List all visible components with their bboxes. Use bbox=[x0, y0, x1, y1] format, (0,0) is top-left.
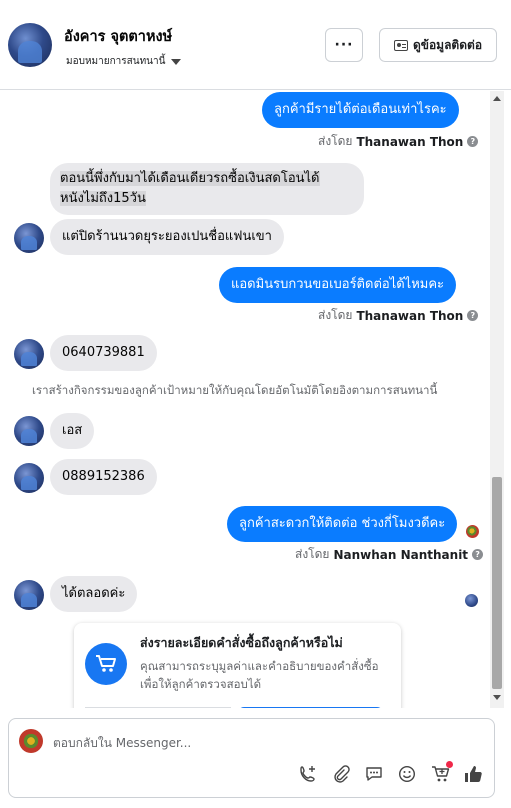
message-bubble-incoming[interactable]: 0889152386 bbox=[50, 459, 157, 495]
sender-avatar[interactable] bbox=[14, 416, 44, 446]
notification-dot bbox=[446, 761, 453, 768]
message-bubble-incoming[interactable]: เอส bbox=[50, 413, 95, 449]
add-call-icon[interactable] bbox=[297, 763, 319, 785]
message-bubble-outgoing[interactable]: ลูกค้าสะดวกให้ติดต่อ ช่วงกี่โมงวดีคะ bbox=[227, 506, 458, 542]
message-list: ลูกค้ามีรายได้ต่อเดือนเท่าไรคะ ส่งโดย Th… bbox=[0, 91, 490, 708]
reply-composer bbox=[8, 718, 495, 798]
scroll-down-arrow-icon[interactable] bbox=[493, 695, 501, 700]
view-contact-info-button[interactable]: ดูข้อมูลติดต่อ bbox=[379, 28, 497, 62]
scroll-thumb[interactable] bbox=[492, 477, 502, 689]
message-list-scrollbar[interactable] bbox=[490, 91, 504, 708]
conversation-header: อังคาร จุตตาหงษ์ มอบหมายการสนทนานี้ ··· … bbox=[0, 0, 511, 90]
order-card-title: ส่งรายละเอียดคำสั่งซื้อถึงลูกค้าหรือไม่ bbox=[140, 635, 343, 650]
help-icon[interactable]: ? bbox=[472, 549, 484, 560]
order-card-description: คุณสามารถระบุมูลค่าและคำอธิบายของคำสั่งซ… bbox=[140, 659, 379, 691]
sender-name: Nanwhan Nanthanit bbox=[333, 547, 469, 562]
assign-label: มอบหมายการสนทนานี้ bbox=[66, 56, 166, 67]
page-avatar bbox=[19, 729, 43, 753]
message-bubble-incoming[interactable]: ตอนนี้พึ่งกับมาได้เดือนเดียวรถซื้อเงินสด… bbox=[50, 163, 364, 215]
like-icon[interactable] bbox=[462, 763, 484, 785]
composer-toolbar bbox=[297, 761, 484, 785]
cart-order-icon[interactable] bbox=[429, 761, 453, 785]
composer-area bbox=[0, 708, 511, 808]
help-icon[interactable]: ? bbox=[467, 310, 479, 321]
order-details-card: ส่งรายละเอียดคำสั่งซื้อถึงลูกค้าหรือไม่ … bbox=[74, 623, 401, 708]
more-options-button[interactable]: ··· bbox=[325, 28, 363, 62]
sender-name: Thanawan Thon bbox=[356, 308, 464, 323]
emoji-icon[interactable] bbox=[396, 763, 418, 785]
message-bubble-incoming[interactable]: แต่ปิดร้านนวดยุระยองเปนชื่อแฟนเขา bbox=[50, 219, 284, 255]
read-receipt-avatar bbox=[466, 525, 479, 538]
sent-by-label: ส่งโดย Thanawan Thon ? bbox=[318, 306, 479, 325]
sender-avatar[interactable] bbox=[14, 223, 44, 253]
message-bubble-outgoing[interactable]: แอดมินรบกวนขอเบอร์ติดต่อได้ไหมคะ bbox=[219, 267, 457, 303]
messenger-conversation: อังคาร จุตตาหงษ์ มอบหมายการสนทนานี้ ··· … bbox=[0, 0, 511, 808]
more-icon: ··· bbox=[334, 37, 354, 53]
attach-icon[interactable] bbox=[330, 763, 352, 785]
read-receipt-avatar bbox=[465, 594, 478, 607]
message-bubble-incoming[interactable]: ได้ตลอดค่ะ bbox=[50, 576, 138, 612]
sent-by-label: ส่งโดย Nanwhan Nanthanit ? bbox=[295, 545, 484, 564]
message-bubble-outgoing[interactable]: ลูกค้ามีรายได้ต่อเดือนเท่าไรคะ bbox=[262, 92, 459, 128]
contact-name[interactable]: อังคาร จุตตาหงษ์ bbox=[64, 25, 172, 48]
sender-avatar[interactable] bbox=[14, 580, 44, 610]
contact-avatar[interactable] bbox=[8, 23, 52, 67]
sender-avatar[interactable] bbox=[14, 463, 44, 493]
message-text-line: หนังไม่ถึง15วัน bbox=[60, 191, 146, 206]
sender-avatar[interactable] bbox=[14, 339, 44, 369]
message-text-line: ตอนนี้พึ่งกับมาได้เดือนเดียวรถซื้อเงินสด… bbox=[60, 171, 320, 186]
help-icon[interactable]: ? bbox=[467, 136, 479, 147]
sent-by-label: ส่งโดย Thanawan Thon ? bbox=[318, 132, 479, 151]
cart-icon bbox=[85, 643, 127, 685]
system-notice: เราสร้างกิจกรรมของลูกค้าเป้าหมายให้กับคุ… bbox=[32, 383, 438, 397]
assign-conversation-dropdown[interactable]: มอบหมายการสนทนานี้ bbox=[66, 54, 182, 69]
view-contact-info-label: ดูข้อมูลติดต่อ bbox=[412, 37, 483, 52]
contact-card-icon bbox=[393, 39, 408, 51]
chevron-down-icon bbox=[171, 58, 182, 65]
saved-reply-icon[interactable] bbox=[363, 763, 385, 785]
reply-input[interactable] bbox=[53, 733, 473, 753]
sender-name: Thanawan Thon bbox=[356, 134, 464, 149]
message-bubble-incoming[interactable]: 0640739881 bbox=[50, 335, 157, 371]
scroll-up-arrow-icon[interactable] bbox=[493, 96, 501, 101]
